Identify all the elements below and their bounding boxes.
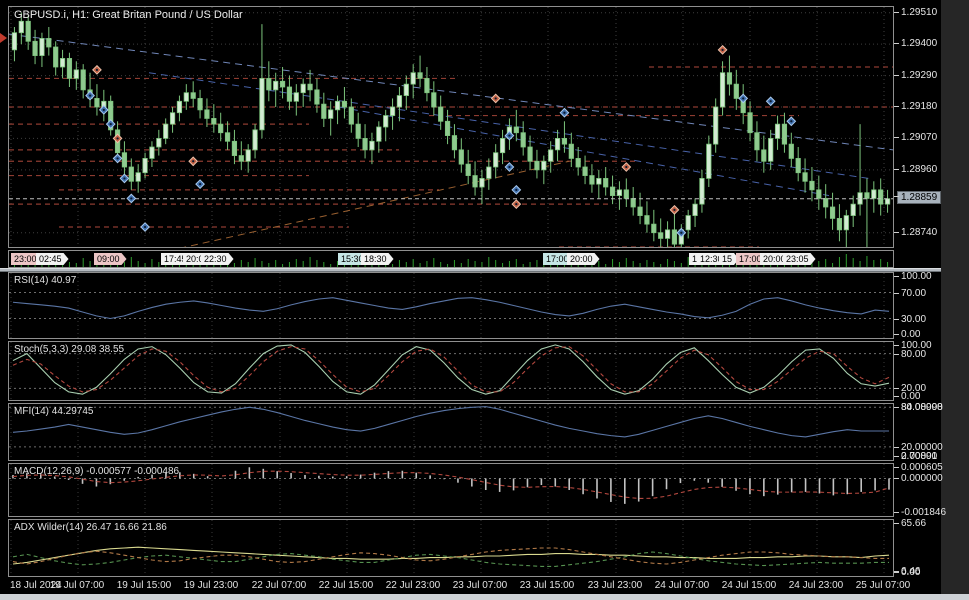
price-chart-panel[interactable]: GBPUSD.i, H1: Great Britan Pound / US Do…: [8, 6, 894, 248]
adx-panel[interactable]: ADX Wilder(14) 26.47 16.66 21.86: [8, 519, 894, 577]
adx-label: ADX Wilder(14) 26.47 16.66 21.86: [14, 522, 167, 533]
time-flag: 02:45: [36, 253, 69, 265]
time-axis-label: 19 Jul 15:00: [116, 580, 172, 591]
axis-tick: [894, 353, 899, 355]
axis-label: 65.66: [901, 518, 927, 530]
axis-tick: [894, 106, 899, 107]
axis-label: 1.29510: [901, 6, 938, 18]
axis-tick: [894, 137, 899, 139]
axis-label: -0.001846: [901, 507, 947, 518]
axis-tick: [894, 572, 899, 573]
time-axis-label: 19 Jul 23:00: [183, 580, 239, 591]
axis-label: 1.29180: [901, 101, 938, 112]
axis-tick: [894, 276, 899, 277]
time-flag-row: 23:00 02:45 09:00 17:45 20:00 22:30 15:30 18:30…: [9, 251, 893, 267]
axis-tick: [894, 292, 899, 294]
time-flag: 22:30: [201, 253, 234, 265]
time-axis-label: 22 Jul 07:00: [251, 580, 307, 591]
axis-tick: [894, 11, 899, 13]
time-axis-label: 23 Jul 15:00: [519, 580, 575, 591]
macd-panel[interactable]: MACD(12,26,9) -0.000577 -0.000486: [8, 463, 894, 517]
time-axis: 18 Jul 2024 19 Jul 07:00 19 Jul 15:00 19 Ju…: [0, 577, 941, 594]
axis-tick: [894, 456, 899, 457]
axis-label: 0.00000: [901, 451, 938, 462]
time-axis-label: 24 Jul 07:00: [654, 580, 710, 591]
axis-label: 80.00: [901, 348, 927, 360]
axis-label: 80.00000: [901, 402, 943, 414]
axis-label: 1.29070: [901, 132, 938, 144]
rsi-chart[interactable]: [9, 273, 893, 338]
axis-tick: [894, 43, 899, 45]
axis-tick: [894, 231, 899, 233]
axis-label: 1.29290: [901, 69, 938, 81]
axis-label: 0.00: [901, 329, 921, 340]
stochastic-chart[interactable]: [9, 342, 893, 400]
axis-tick: [894, 396, 899, 397]
axis-tick: [894, 407, 899, 409]
trading-chart-window: GBPUSD.i, H1: Great Britan Pound / US Do…: [0, 0, 969, 600]
rsi-label: RSI(14) 40.97: [14, 275, 77, 286]
mfi-chart[interactable]: [9, 404, 893, 460]
axis-label: 0.00: [901, 391, 921, 402]
macd-label: MACD(12,26,9) -0.000577 -0.000486: [14, 466, 180, 477]
current-price-label: 1.28859: [897, 190, 942, 204]
time-flag: 18:30: [361, 253, 394, 265]
axis-tick: [894, 74, 899, 76]
axis-tick: [894, 318, 899, 320]
axis-tick: [894, 388, 899, 390]
axis-label: 1.29400: [901, 38, 938, 50]
time-axis-label: 22 Jul 23:00: [385, 580, 441, 591]
stochastic-label: Stoch(5,3,3) 29.08 38.55: [14, 344, 125, 355]
axis-label: 0.000605: [901, 462, 943, 473]
axis-tick: [894, 523, 899, 525]
axis-label: 70.00: [901, 287, 927, 299]
bottom-bar: [0, 594, 969, 600]
time-axis-label: 24 Jul 15:00: [721, 580, 777, 591]
axis-label: 1.28740: [901, 226, 938, 238]
time-flag: 20:00: [567, 253, 600, 265]
price-axis: 1.29510 1.29400 1.29290 1.29180 1.29070 1.289…: [894, 0, 969, 594]
time-axis-label: 25 Jul 07:00: [855, 580, 911, 591]
stochastic-panel[interactable]: Stoch(5,3,3) 29.08 38.55: [8, 341, 894, 401]
time-axis-label: 22 Jul 15:00: [318, 580, 374, 591]
time-axis-label: 19 Jul 07:00: [49, 580, 105, 591]
volume-strip[interactable]: 23:00 02:45 09:00 17:45 20:00 22:30 15:30 18:30…: [8, 250, 894, 268]
axis-tick: [894, 512, 899, 513]
axis-tick: [894, 345, 899, 346]
mfi-panel[interactable]: MFI(14) 44.29745: [8, 403, 894, 461]
axis-tick: [894, 195, 899, 197]
axis-tick: [894, 478, 899, 480]
time-flag: 09:00: [94, 253, 127, 265]
chart-title: GBPUSD.i, H1: Great Britan Pound / US Do…: [14, 9, 243, 21]
time-axis-label: 23 Jul 07:00: [452, 580, 508, 591]
left-edge-marker: [0, 33, 7, 43]
candlestick-chart[interactable]: [9, 7, 893, 247]
axis-label: 1.28960: [901, 163, 938, 175]
time-axis-label: 23 Jul 23:00: [587, 580, 643, 591]
time-axis-label: 24 Jul 23:00: [788, 580, 844, 591]
axis-tick: [894, 334, 899, 335]
axis-label: 100.00: [901, 271, 932, 282]
rsi-panel[interactable]: RSI(14) 40.97: [8, 272, 894, 339]
time-flag: 23:05: [783, 253, 816, 265]
axis-label: 0.000000: [901, 473, 943, 485]
axis-label: 30.00: [901, 313, 927, 325]
axis-tick: [894, 446, 899, 448]
axis-tick: [894, 168, 899, 170]
axis-tick: [894, 467, 899, 468]
mfi-label: MFI(14) 44.29745: [14, 406, 94, 417]
